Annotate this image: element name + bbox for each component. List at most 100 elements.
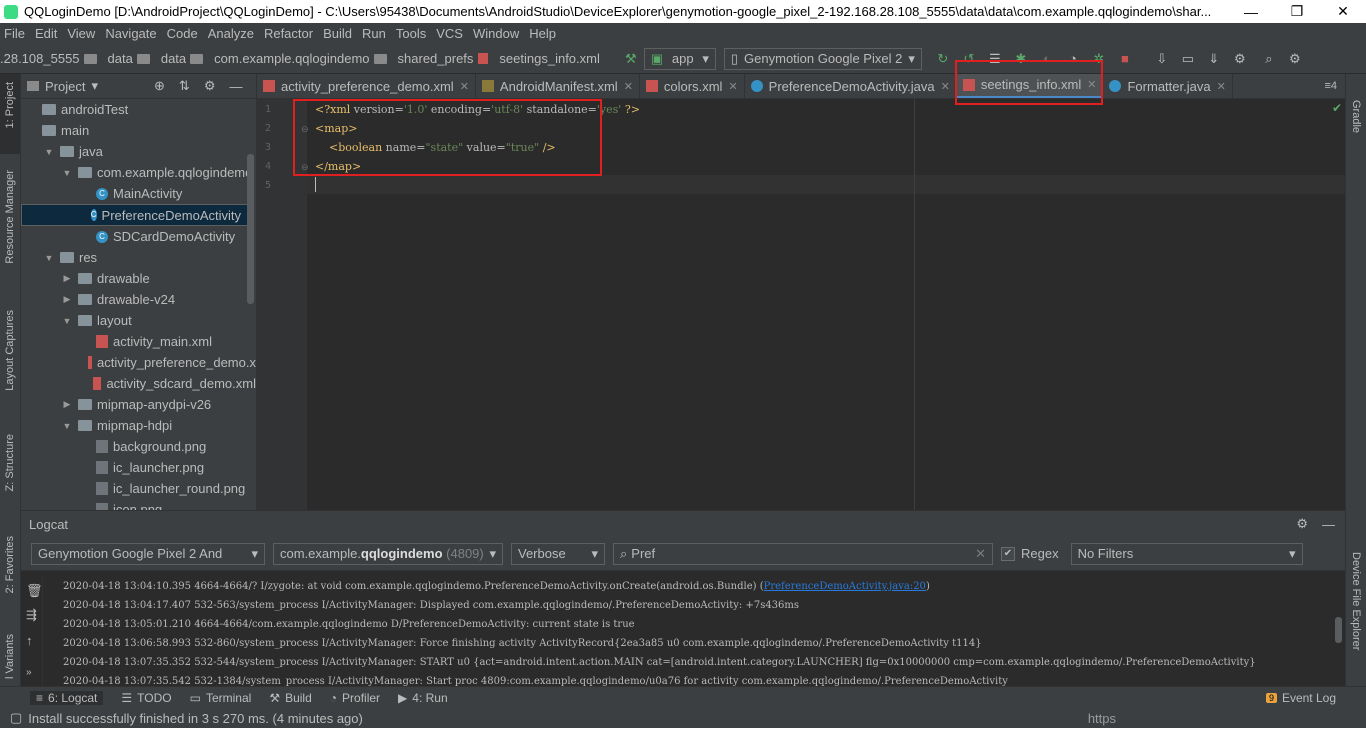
maximize-button[interactable]: ❐ — [1274, 0, 1320, 23]
settings-icon[interactable]: ⚙ — [1287, 51, 1303, 67]
tool-device-file-explorer[interactable]: Device File Explorer — [1350, 552, 1362, 650]
menu-vcs[interactable]: VCS — [436, 26, 463, 41]
close-button[interactable]: ✕ — [1320, 0, 1366, 23]
breadcrumb-item[interactable]: com.example.qqlogindemo — [214, 51, 391, 66]
expanded-arrow-icon[interactable]: ▼ — [61, 316, 73, 326]
menu-edit[interactable]: Edit — [35, 26, 57, 41]
bottom-tab[interactable]: ▭ Terminal — [190, 691, 252, 705]
menu-refactor[interactable]: Refactor — [264, 26, 313, 41]
tree-item[interactable]: ▶ drawable — [21, 268, 256, 289]
close-tab-icon[interactable]: ✕ — [941, 80, 950, 93]
tree-item[interactable]: ▶ mipmap-anydpi-v26 — [21, 394, 256, 415]
gear-icon[interactable]: ⚙ — [1296, 516, 1308, 532]
tree-item[interactable]: main — [21, 120, 256, 141]
regex-checkbox[interactable]: ✔ Regex — [1001, 546, 1059, 561]
tree-item[interactable]: C PreferenceDemoActivity — [21, 204, 248, 226]
sdk-manager-icon[interactable]: ⇓ — [1206, 51, 1222, 67]
tab-list-button[interactable]: ≡4 — [1324, 80, 1337, 92]
more-icon[interactable]: » — [26, 667, 32, 678]
bottom-tab[interactable]: ◔ Profiler — [330, 691, 380, 705]
project-view-select[interactable]: Project — [45, 79, 85, 94]
breadcrumb-item[interactable]: shared_prefs — [398, 51, 494, 66]
stop-icon[interactable]: ■ — [1117, 51, 1133, 67]
avd-manager-icon[interactable]: ▭ — [1180, 51, 1196, 67]
tree-item[interactable]: ▼ mipmap-hdpi — [21, 415, 256, 436]
menu-build[interactable]: Build — [323, 26, 352, 41]
apply-changes-icon[interactable]: ↻ — [935, 51, 951, 67]
tree-item[interactable]: C MainActivity — [21, 183, 256, 204]
close-tab-icon[interactable]: ✕ — [460, 80, 469, 93]
expanded-arrow-icon[interactable]: ▼ — [61, 168, 73, 178]
tree-item[interactable]: ▼ res — [21, 247, 256, 268]
breadcrumb-item[interactable]: .28.108_5555 — [0, 51, 102, 66]
menu-file[interactable]: File — [4, 26, 25, 41]
menu-window[interactable]: Window — [473, 26, 519, 41]
tree-item[interactable]: ▼ java — [21, 141, 256, 162]
expanded-arrow-icon[interactable]: ▼ — [43, 253, 55, 263]
tool-build-variants[interactable]: l Variants — [4, 634, 16, 679]
collapsed-arrow-icon[interactable]: ▶ — [61, 399, 73, 410]
breadcrumb-item[interactable]: seetings_info.xml — [499, 51, 599, 66]
editor-tab[interactable]: PreferenceDemoActivity.java ✕ — [745, 74, 957, 98]
collapsed-arrow-icon[interactable]: ▶ — [61, 294, 73, 305]
inspection-ok-icon[interactable]: ✔ — [1332, 101, 1342, 115]
project-scrollbar[interactable] — [247, 154, 254, 304]
close-tab-icon[interactable]: ✕ — [1217, 80, 1226, 93]
logcat-search-input[interactable]: ⌕ Pref ✕ — [613, 542, 993, 565]
tool-gradle[interactable]: Gradle — [1350, 100, 1362, 133]
device-select[interactable]: ▯ Genymotion Google Pixel 2 ▾ — [723, 47, 922, 70]
logcat-output[interactable]: 2020-04-18 13:04:10.395 4664-4664/? I/zy… — [63, 577, 1333, 687]
menu-code[interactable]: Code — [167, 26, 198, 41]
tree-item[interactable]: activity_preference_demo.x — [21, 352, 256, 373]
breadcrumb-item[interactable]: data — [161, 51, 208, 66]
process-select[interactable]: com.example.qqlogindemo (4809) ▾ — [273, 542, 503, 565]
tree-item[interactable]: ▶ drawable-v24 — [21, 289, 256, 310]
bottom-tab[interactable]: ☰ TODO — [121, 691, 171, 705]
tool-structure[interactable]: Z: Structure — [4, 434, 16, 491]
tool-layout-captures[interactable]: Layout Captures — [4, 310, 16, 391]
collapse-icon[interactable]: ⇅ — [179, 78, 190, 94]
close-tab-icon[interactable]: ✕ — [728, 80, 737, 93]
tree-item[interactable]: activity_sdcard_demo.xml — [21, 373, 256, 394]
tree-item[interactable]: ic_launcher.png — [21, 457, 256, 478]
expanded-arrow-icon[interactable]: ▼ — [43, 147, 55, 157]
tree-item[interactable]: background.png — [21, 436, 256, 457]
tree-item[interactable]: activity_main.xml — [21, 331, 256, 352]
log-level-select[interactable]: Verbose ▾ — [511, 542, 605, 565]
run-config-select[interactable]: ▣ app ▾ — [643, 47, 716, 70]
bottom-tab[interactable]: ▶ 4: Run — [398, 691, 448, 705]
menu-run[interactable]: Run — [362, 26, 386, 41]
filter-select[interactable]: No Filters ▾ — [1070, 542, 1303, 565]
chevron-down-icon[interactable]: ▾ — [91, 78, 98, 94]
menu-tools[interactable]: Tools — [396, 26, 426, 41]
menu-navigate[interactable]: Navigate — [105, 26, 156, 41]
minimize-button[interactable]: — — [1228, 0, 1274, 23]
menu-help[interactable]: Help — [529, 26, 556, 41]
project-structure-icon[interactable]: ⚙ — [1232, 51, 1248, 67]
editor-tab[interactable]: activity_preference_demo.xml ✕ — [257, 74, 476, 98]
logcat-scrollbar[interactable] — [1335, 617, 1342, 643]
editor-tab[interactable]: AndroidManifest.xml ✕ — [476, 74, 640, 98]
menu-analyze[interactable]: Analyze — [208, 26, 254, 41]
tree-item[interactable]: androidTest — [21, 99, 256, 120]
soft-wrap-icon[interactable]: ⇶ — [26, 607, 37, 623]
editor-tab[interactable]: Formatter.java ✕ — [1103, 74, 1233, 98]
clear-icon[interactable]: ✕ — [975, 546, 986, 562]
breadcrumb-item[interactable]: data — [108, 51, 155, 66]
locate-icon[interactable]: ⊕ — [154, 78, 165, 94]
close-tab-icon[interactable]: ✕ — [624, 80, 633, 93]
hammer-icon[interactable]: ⚒ — [623, 51, 639, 67]
gear-icon[interactable]: ⚙ — [204, 78, 216, 94]
expanded-arrow-icon[interactable]: ▼ — [61, 421, 73, 431]
tool-resource-manager[interactable]: Resource Manager — [4, 170, 16, 264]
arrow-up-icon[interactable]: ↑ — [26, 633, 33, 648]
tree-item[interactable]: ▼ layout — [21, 310, 256, 331]
device-select[interactable]: Genymotion Google Pixel 2 And ▾ — [31, 542, 265, 565]
tree-item[interactable]: ic_launcher_round.png — [21, 478, 256, 499]
tree-item[interactable]: C SDCardDemoActivity — [21, 226, 256, 247]
search-icon[interactable]: ⌕ — [1261, 51, 1277, 67]
tool-project[interactable]: 1: Project — [4, 82, 16, 128]
hide-icon[interactable]: — — [229, 79, 242, 94]
tree-item[interactable]: ▼ com.example.qqlogindemo — [21, 162, 256, 183]
editor-tab[interactable]: colors.xml ✕ — [640, 74, 745, 98]
